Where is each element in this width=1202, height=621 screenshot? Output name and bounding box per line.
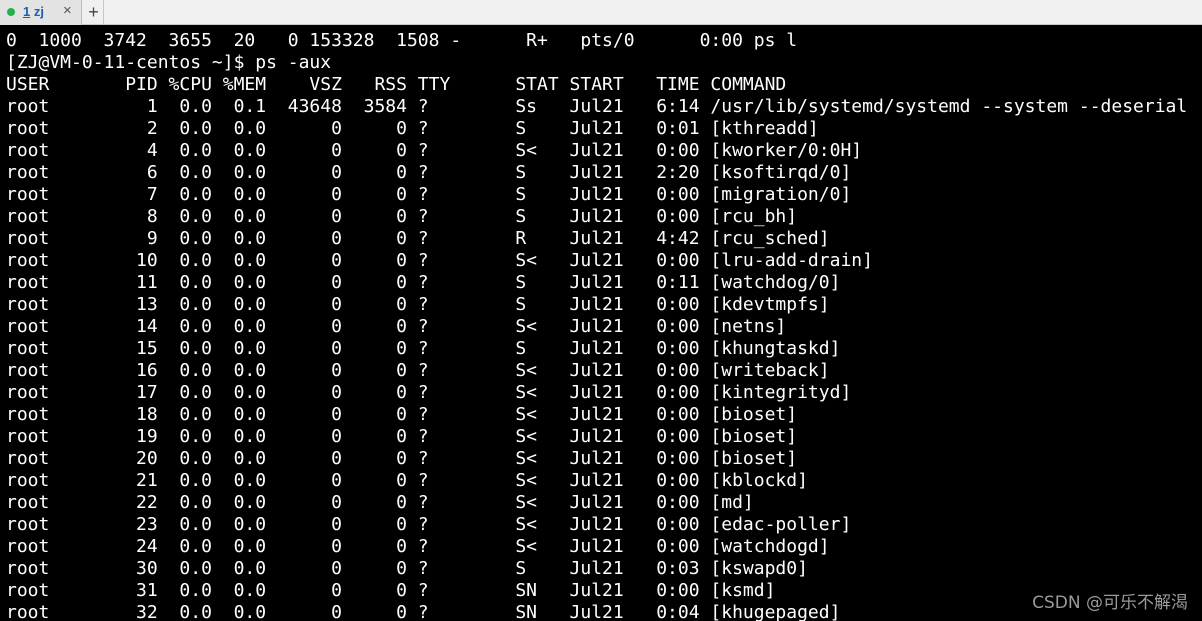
terminal-line: root 14 0.0 0.0 0 0 ? S< Jul21 0:00 [net… [6,316,787,337]
terminal-line: root 19 0.0 0.0 0 0 ? S< Jul21 0:00 [bio… [6,426,798,447]
terminal-line: root 31 0.0 0.0 0 0 ? SN Jul21 0:00 [ksm… [6,580,776,601]
terminal-line: root 10 0.0 0.0 0 0 ? S< Jul21 0:00 [lru… [6,250,873,271]
terminal-line: root 11 0.0 0.0 0 0 ? S Jul21 0:11 [watc… [6,272,841,293]
terminal-line: root 4 0.0 0.0 0 0 ? S< Jul21 0:00 [kwor… [6,140,863,161]
terminal-line: USER PID %CPU %MEM VSZ RSS TTY STAT STAR… [6,74,787,95]
terminal-output: 0 1000 3742 3655 20 0 153328 1508 - R+ p… [0,26,1202,621]
add-tab-button[interactable]: + [84,0,104,25]
terminal-line: root 8 0.0 0.0 0 0 ? S Jul21 0:00 [rcu_b… [6,206,798,227]
terminal-line: root 2 0.0 0.0 0 0 ? S Jul21 0:01 [kthre… [6,118,819,139]
terminal-line: root 18 0.0 0.0 0 0 ? S< Jul21 0:00 [bio… [6,404,798,425]
tab-session[interactable]: 1 zj × [0,0,82,25]
close-tab-icon[interactable]: × [63,2,72,19]
terminal-line: root 7 0.0 0.0 0 0 ? S Jul21 0:00 [migra… [6,184,852,205]
terminal-line: root 23 0.0 0.0 0 0 ? S< Jul21 0:00 [eda… [6,514,852,535]
terminal-line: root 13 0.0 0.0 0 0 ? S Jul21 0:00 [kdev… [6,294,830,315]
terminal-line: root 6 0.0 0.0 0 0 ? S Jul21 2:20 [ksoft… [6,162,852,183]
tab-number: 1 [23,4,31,19]
terminal-line: root 15 0.0 0.0 0 0 ? S Jul21 0:00 [khun… [6,338,841,359]
terminal-line: root 1 0.0 0.1 43648 3584 ? Ss Jul21 6:1… [6,96,1188,117]
connection-status-icon [7,8,15,16]
watermark: CSDN @可乐不解渴 [1032,593,1188,613]
terminal-line: root 24 0.0 0.0 0 0 ? S< Jul21 0:00 [wat… [6,536,830,557]
tab-name: zj [33,4,44,19]
terminal-line: root 16 0.0 0.0 0 0 ? S< Jul21 0:00 [wri… [6,360,830,381]
terminal-line: [ZJ@VM-0-11-centos ~]$ ps -aux [6,52,332,73]
terminal-line: root 32 0.0 0.0 0 0 ? SN Jul21 0:04 [khu… [6,602,841,621]
terminal-line: root 21 0.0 0.0 0 0 ? S< Jul21 0:00 [kbl… [6,470,808,491]
tab-bar: 1 zj × + [0,0,1202,25]
terminal-line: root 20 0.0 0.0 0 0 ? S< Jul21 0:00 [bio… [6,448,798,469]
terminal-line: root 22 0.0 0.0 0 0 ? S< Jul21 0:00 [md] [6,492,754,513]
terminal-area[interactable]: 0 1000 3742 3655 20 0 153328 1508 - R+ p… [0,26,1202,621]
terminal-line: 0 1000 3742 3655 20 0 153328 1508 - R+ p… [6,30,798,51]
tab-label: 1 zj [23,4,44,19]
terminal-line: root 30 0.0 0.0 0 0 ? S Jul21 0:03 [kswa… [6,558,808,579]
terminal-line: root 9 0.0 0.0 0 0 ? R Jul21 4:42 [rcu_s… [6,228,830,249]
terminal-line: root 17 0.0 0.0 0 0 ? S< Jul21 0:00 [kin… [6,382,852,403]
